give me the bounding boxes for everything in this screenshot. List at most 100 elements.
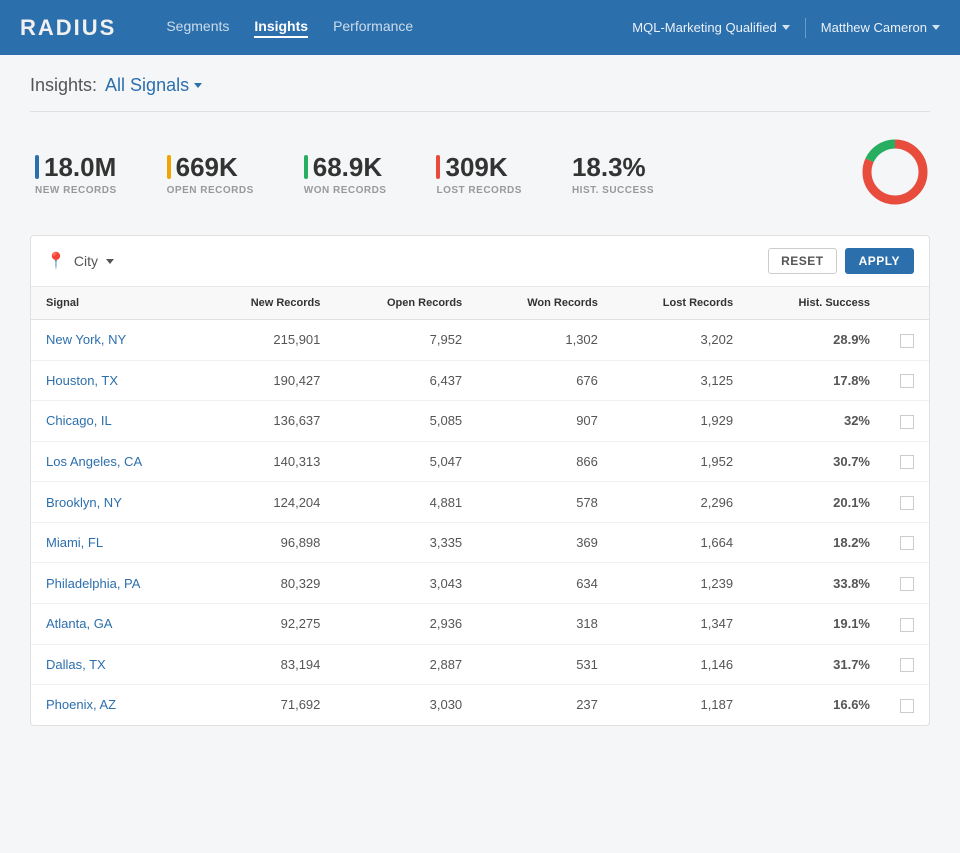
city-caret-icon — [106, 259, 114, 264]
logo: RADIUS — [20, 15, 116, 41]
open-records-cell: 4,881 — [335, 482, 477, 523]
row-checkbox-cell[interactable] — [885, 360, 929, 401]
mql-caret-icon — [782, 25, 790, 30]
page-content: Insights: All Signals 18.0M NEW RECORDS … — [0, 55, 960, 746]
row-checkbox-cell[interactable] — [885, 685, 929, 725]
new-records-bar — [35, 155, 39, 179]
signal-cell[interactable]: Houston, TX — [31, 360, 201, 401]
reset-button[interactable]: RESET — [768, 248, 837, 274]
lost-records-cell: 1,187 — [613, 685, 748, 725]
city-filter-label: City — [74, 253, 98, 269]
lost-records-cell: 3,125 — [613, 360, 748, 401]
lost-records-cell: 1,347 — [613, 603, 748, 644]
table-row: Dallas, TX 83,194 2,887 531 1,146 31.7% — [31, 644, 929, 685]
signal-cell[interactable]: Philadelphia, PA — [31, 563, 201, 604]
stats-row: 18.0M NEW RECORDS 669K OPEN RECORDS 68.9… — [30, 137, 930, 210]
open-records-cell: 3,030 — [335, 685, 477, 725]
lost-records-cell: 1,239 — [613, 563, 748, 604]
new-records-cell: 190,427 — [201, 360, 335, 401]
signal-cell[interactable]: Chicago, IL — [31, 401, 201, 442]
new-records-cell: 83,194 — [201, 644, 335, 685]
new-records-cell: 215,901 — [201, 320, 335, 361]
won-records-cell: 531 — [477, 644, 613, 685]
table-toolbar: 📍 City RESET APPLY — [31, 236, 929, 287]
won-records-cell: 578 — [477, 482, 613, 523]
col-open-records: Open Records — [335, 287, 477, 320]
row-checkbox[interactable] — [900, 618, 914, 632]
won-records-cell: 634 — [477, 563, 613, 604]
data-table: Signal New Records Open Records Won Reco… — [31, 287, 929, 725]
lost-records-cell: 2,296 — [613, 482, 748, 523]
table-row: Atlanta, GA 92,275 2,936 318 1,347 19.1% — [31, 603, 929, 644]
row-checkbox[interactable] — [900, 577, 914, 591]
row-checkbox-cell[interactable] — [885, 401, 929, 442]
row-checkbox[interactable] — [900, 536, 914, 550]
open-records-cell: 2,887 — [335, 644, 477, 685]
stat-hist-success: 18.3% HIST. SUCCESS — [572, 152, 654, 196]
row-checkbox-cell[interactable] — [885, 320, 929, 361]
lost-records-cell: 1,664 — [613, 522, 748, 563]
row-checkbox-cell[interactable] — [885, 603, 929, 644]
table-row: New York, NY 215,901 7,952 1,302 3,202 2… — [31, 320, 929, 361]
row-checkbox-cell[interactable] — [885, 522, 929, 563]
open-records-cell: 5,085 — [335, 401, 477, 442]
won-records-cell: 369 — [477, 522, 613, 563]
new-records-cell: 96,898 — [201, 522, 335, 563]
row-checkbox[interactable] — [900, 699, 914, 713]
open-records-cell: 5,047 — [335, 441, 477, 482]
row-checkbox[interactable] — [900, 334, 914, 348]
row-checkbox[interactable] — [900, 658, 914, 672]
open-records-cell: 3,335 — [335, 522, 477, 563]
row-checkbox-cell[interactable] — [885, 441, 929, 482]
mql-dropdown[interactable]: MQL-Marketing Qualified — [632, 20, 790, 35]
row-checkbox-cell[interactable] — [885, 563, 929, 604]
signal-cell[interactable]: Los Angeles, CA — [31, 441, 201, 482]
page-title: Insights: — [30, 75, 97, 96]
new-records-cell: 92,275 — [201, 603, 335, 644]
row-checkbox[interactable] — [900, 374, 914, 388]
col-checkbox — [885, 287, 929, 320]
city-filter-selector[interactable]: 📍 City — [46, 251, 114, 271]
nav-insights[interactable]: Insights — [254, 18, 308, 38]
signal-cell[interactable]: Brooklyn, NY — [31, 482, 201, 523]
apply-button[interactable]: APPLY — [845, 248, 914, 274]
nav-performance[interactable]: Performance — [333, 18, 413, 38]
row-checkbox[interactable] — [900, 455, 914, 469]
open-records-cell: 2,936 — [335, 603, 477, 644]
filter-caret-icon — [194, 83, 202, 88]
open-records-cell: 6,437 — [335, 360, 477, 401]
signal-cell[interactable]: Dallas, TX — [31, 644, 201, 685]
row-checkbox[interactable] — [900, 415, 914, 429]
donut-chart — [860, 137, 930, 210]
won-records-cell: 866 — [477, 441, 613, 482]
nav-segments[interactable]: Segments — [166, 18, 229, 38]
user-dropdown[interactable]: Matthew Cameron — [821, 20, 940, 35]
row-checkbox[interactable] — [900, 496, 914, 510]
col-lost-records: Lost Records — [613, 287, 748, 320]
lost-records-cell: 3,202 — [613, 320, 748, 361]
filter-dropdown[interactable]: All Signals — [105, 75, 202, 96]
table-row: Brooklyn, NY 124,204 4,881 578 2,296 20.… — [31, 482, 929, 523]
stat-open-records: 669K OPEN RECORDS — [167, 152, 254, 196]
lost-records-bar — [436, 155, 440, 179]
table-section: 📍 City RESET APPLY Signal New Records Op… — [30, 235, 930, 726]
won-records-cell: 676 — [477, 360, 613, 401]
table-row: Los Angeles, CA 140,313 5,047 866 1,952 … — [31, 441, 929, 482]
col-signal: Signal — [31, 287, 201, 320]
signal-cell[interactable]: Phoenix, AZ — [31, 685, 201, 725]
open-records-cell: 7,952 — [335, 320, 477, 361]
won-records-cell: 318 — [477, 603, 613, 644]
signal-cell[interactable]: Atlanta, GA — [31, 603, 201, 644]
table-row: Chicago, IL 136,637 5,085 907 1,929 32% — [31, 401, 929, 442]
location-pin-icon: 📍 — [46, 251, 66, 271]
lost-records-cell: 1,929 — [613, 401, 748, 442]
page-title-row: Insights: All Signals — [30, 75, 930, 112]
header-divider — [805, 18, 806, 38]
signal-cell[interactable]: New York, NY — [31, 320, 201, 361]
row-checkbox-cell[interactable] — [885, 644, 929, 685]
new-records-cell: 136,637 — [201, 401, 335, 442]
signal-cell[interactable]: Miami, FL — [31, 522, 201, 563]
new-records-cell: 124,204 — [201, 482, 335, 523]
col-new-records: New Records — [201, 287, 335, 320]
row-checkbox-cell[interactable] — [885, 482, 929, 523]
